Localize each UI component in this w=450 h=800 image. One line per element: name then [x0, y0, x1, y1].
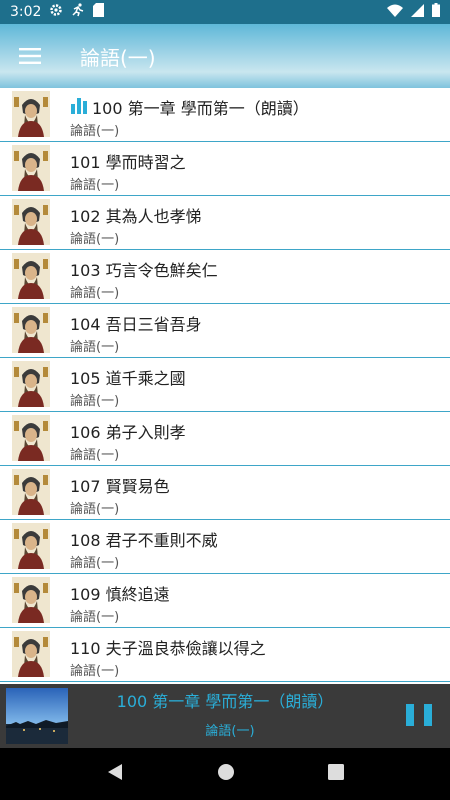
wifi-icon [387, 4, 403, 21]
track-title: 106 弟子入則孝 [70, 419, 186, 443]
track-title: 102 其為人也孝悌 [70, 203, 202, 227]
recents-button[interactable] [327, 764, 344, 784]
pause-icon [406, 704, 414, 726]
track-thumbnail [12, 523, 50, 569]
pause-button[interactable] [406, 698, 432, 734]
home-button[interactable] [217, 763, 235, 785]
track-row[interactable]: 106 弟子入則孝論語(一) [0, 412, 450, 466]
track-title-text: 102 其為人也孝悌 [70, 207, 202, 226]
track-row[interactable]: 100 第一章 學而第一（朗讀） 論語(一) [0, 88, 450, 142]
track-subtitle: 論語(一) [70, 448, 120, 463]
status-bar: 3:02 [0, 0, 450, 24]
track-thumbnail [12, 91, 50, 137]
run-icon [71, 3, 85, 21]
track-title-text: 108 君子不重則不威 [70, 531, 218, 550]
pause-icon-bar [424, 704, 432, 726]
track-title-text: 104 吾日三省吾身 [70, 315, 202, 334]
track-subtitle: 論語(一) [70, 556, 120, 571]
equalizer-icon [70, 96, 88, 118]
app-title: 論語(一) [80, 45, 156, 70]
player-subtitle: 論語(一) [205, 724, 255, 739]
track-row[interactable]: 105 道千乘之國論語(一) [0, 358, 450, 412]
track-row[interactable]: 102 其為人也孝悌論語(一) [0, 196, 450, 250]
track-title: 109 慎終追遠 [70, 581, 170, 605]
track-title: 103 巧言令色鮮矣仁 [70, 257, 218, 281]
menu-icon [19, 48, 41, 64]
track-title: 100 第一章 學而第一（朗讀） [70, 95, 309, 119]
track-title: 107 賢賢易色 [70, 473, 170, 497]
status-time: 3:02 [10, 4, 42, 20]
battery-icon [432, 3, 440, 21]
track-title-text: 109 慎終追遠 [70, 585, 170, 604]
navigation-bar [0, 748, 450, 800]
track-title-text: 100 第一章 學而第一（朗讀） [92, 99, 309, 118]
track-title-text: 101 學而時習之 [70, 153, 186, 172]
track-subtitle: 論語(一) [70, 664, 120, 679]
track-subtitle: 論語(一) [70, 610, 120, 625]
track-row[interactable]: 109 慎終追遠論語(一) [0, 574, 450, 628]
track-thumbnail [12, 415, 50, 461]
track-thumbnail [12, 631, 50, 677]
track-row[interactable]: 104 吾日三省吾身論語(一) [0, 304, 450, 358]
back-button[interactable] [106, 763, 124, 785]
app-bar: 論語(一) [0, 24, 450, 88]
home-icon [217, 764, 234, 780]
track-list[interactable]: 100 第一章 學而第一（朗讀） 論語(一) 101 學而時習之 論語(一) 102 其… [0, 88, 450, 684]
back-icon [108, 764, 123, 780]
track-subtitle: 論語(一) [70, 340, 120, 355]
track-title-text: 107 賢賢易色 [70, 477, 170, 496]
track-thumbnail [12, 361, 50, 407]
player-title: 100 第一章 學而第一（朗讀） [116, 692, 334, 711]
track-subtitle: 論語(一) [70, 394, 120, 409]
sd-card-icon [93, 3, 105, 21]
track-thumbnail [12, 577, 50, 623]
track-thumbnail [12, 469, 50, 515]
track-thumbnail [12, 307, 50, 353]
gear-icon [49, 3, 63, 21]
menu-button[interactable] [0, 24, 60, 88]
track-title-text: 106 弟子入則孝 [70, 423, 186, 442]
track-row[interactable]: 103 巧言令色鮮矣仁論語(一) [0, 250, 450, 304]
recents-icon [327, 764, 344, 780]
track-title: 104 吾日三省吾身 [70, 311, 202, 335]
track-row[interactable]: 101 學而時習之論語(一) [0, 142, 450, 196]
track-title-text: 110 夫子溫良恭儉讓以得之 [70, 639, 266, 658]
mini-player[interactable]: 100 第一章 學而第一（朗讀） 論語(一) [0, 684, 450, 748]
track-title-text: 105 道千乘之國 [70, 369, 186, 388]
track-thumbnail [12, 253, 50, 299]
track-row[interactable]: 107 賢賢易色論語(一) [0, 466, 450, 520]
track-subtitle: 論語(一) [70, 124, 120, 139]
track-subtitle: 論語(一) [70, 232, 120, 247]
track-title: 101 學而時習之 [70, 149, 186, 173]
track-title: 105 道千乘之國 [70, 365, 186, 389]
track-title: 108 君子不重則不威 [70, 527, 218, 551]
track-subtitle: 論語(一) [70, 286, 120, 301]
track-row[interactable]: 108 君子不重則不威論語(一) [0, 520, 450, 574]
track-subtitle: 論語(一) [70, 178, 120, 193]
screen: 3:02 論語(一) 100 第一章 學而第一（朗讀） 論語(一) 101 學而… [0, 0, 450, 800]
track-thumbnail [12, 199, 50, 245]
track-thumbnail [12, 145, 50, 191]
track-title-text: 103 巧言令色鮮矣仁 [70, 261, 218, 280]
track-title: 110 夫子溫良恭儉讓以得之 [70, 635, 266, 659]
signal-icon [411, 3, 424, 21]
track-subtitle: 論語(一) [70, 502, 120, 517]
track-row[interactable]: 110 夫子溫良恭儉讓以得之論語(一) [0, 628, 450, 682]
